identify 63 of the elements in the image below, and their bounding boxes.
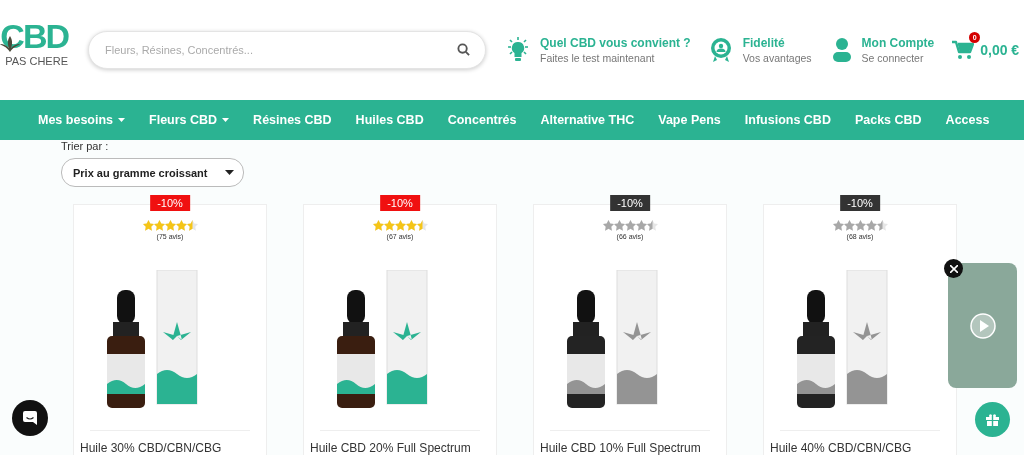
nav-item[interactable]: Access: [945, 113, 990, 127]
header-link[interactable]: Mon Compte: [861, 36, 935, 50]
nav-item[interactable]: Concentrés: [447, 113, 517, 127]
nav-item[interactable]: Huiles CBD: [355, 113, 424, 127]
star-icon: [405, 220, 417, 231]
chat-button[interactable]: [12, 400, 48, 436]
header-link[interactable]: Quel CBD vous convient ?: [540, 36, 691, 50]
star-icon: [175, 220, 187, 231]
lightbulb-icon[interactable]: [506, 37, 530, 63]
discount-badge: -10%: [610, 195, 650, 211]
award-badge-icon[interactable]: [708, 37, 733, 63]
star-icon: [635, 220, 647, 231]
user-icon[interactable]: [831, 37, 852, 63]
star-icon: [624, 220, 636, 231]
star-icon: [416, 220, 428, 231]
star-icon: [865, 220, 877, 231]
gift-button[interactable]: [975, 402, 1010, 437]
nav-item[interactable]: Vape Pens: [658, 113, 721, 127]
star-icon: [372, 220, 384, 231]
sort-dropdown[interactable]: Prix au gramme croissant: [61, 158, 244, 187]
header-link-subtitle: Se connecter: [861, 52, 925, 64]
header-link-subtitle: Faites le test maintenant: [540, 52, 656, 64]
product-name[interactable]: Huile CBD 20% Full Spectrum: [310, 441, 471, 455]
star-icon: [186, 220, 198, 231]
discount-badge: -10%: [150, 195, 190, 211]
nav-item[interactable]: Infusions CBD: [744, 113, 831, 127]
star-icon: [164, 220, 176, 231]
star-icon: [832, 220, 844, 231]
star-icon: [843, 220, 855, 231]
search-field[interactable]: Fleurs, Résines, Concentrés...: [88, 31, 486, 69]
star-icon: [383, 220, 395, 231]
star-icon: [602, 220, 614, 231]
cart-total[interactable]: 0,00 €: [980, 42, 1020, 58]
star-icon: [142, 220, 154, 231]
star-icon: [876, 220, 888, 231]
discount-badge: -10%: [380, 195, 420, 211]
sort-label: Trier par :: [61, 140, 109, 153]
caret-icon: [118, 118, 126, 122]
star-icon: [613, 220, 625, 231]
search-icon[interactable]: [457, 43, 470, 56]
nav-item[interactable]: Alternative THC: [540, 113, 635, 127]
caret-icon: [225, 170, 234, 175]
nav-item[interactable]: Packs CBD: [854, 113, 922, 127]
star-icon: [153, 220, 165, 231]
star-icon: [854, 220, 866, 231]
chat-icon: [22, 410, 38, 426]
product-name[interactable]: Huile CBD 10% Full Spectrum: [540, 441, 701, 455]
header-link-subtitle: Vos avantages: [742, 52, 812, 64]
header-link[interactable]: Fidelité: [742, 36, 812, 50]
product-name[interactable]: Huile 30% CBD/CBN/CBG: [80, 441, 222, 455]
cart-icon[interactable]: [952, 40, 975, 60]
play-icon[interactable]: [969, 312, 996, 339]
nav-item[interactable]: Fleurs CBD: [149, 113, 230, 127]
logo[interactable]: CBD PAS CHERE: [0, 18, 68, 82]
close-icon: [949, 264, 958, 273]
product-name[interactable]: Huile 40% CBD/CBN/CBG: [770, 441, 912, 455]
star-icon: [646, 220, 658, 231]
discount-badge: -10%: [840, 195, 880, 211]
star-icon: [394, 220, 406, 231]
nav-item[interactable]: Résines CBD: [253, 113, 332, 127]
gift-icon: [986, 413, 999, 426]
caret-icon: [222, 118, 230, 122]
nav-item[interactable]: Mes besoins: [38, 113, 126, 127]
